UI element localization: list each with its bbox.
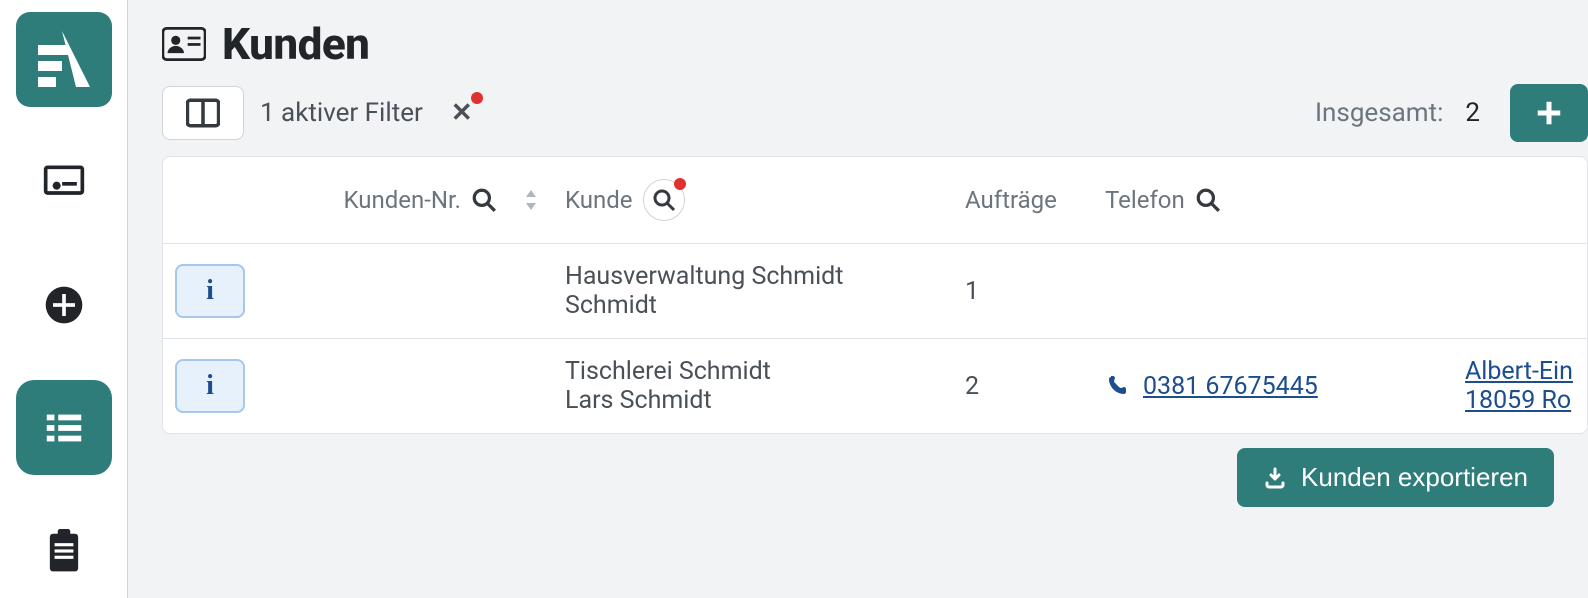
columns-icon — [186, 98, 220, 128]
total-label: Insgesamt: — [1315, 98, 1443, 128]
search-icon[interactable] — [1195, 187, 1221, 213]
col-kunde[interactable]: Kunde — [553, 179, 953, 221]
cell-auftraege: 1 — [953, 277, 1093, 306]
plus-icon — [1534, 98, 1564, 128]
app-logo[interactable] — [16, 12, 112, 107]
download-icon — [1263, 466, 1287, 490]
cell-kunde: Tischlerei Schmidt Lars Schmidt — [553, 357, 953, 415]
nav-clipboard[interactable] — [16, 503, 112, 598]
cell-kunde: Hausverwaltung Schmidt Schmidt — [553, 262, 953, 320]
nav-dashboard[interactable] — [16, 135, 112, 230]
sidebar — [0, 0, 128, 598]
clear-filter-button[interactable]: ✕ — [451, 98, 473, 128]
col-kundennr[interactable]: Kunden-Nr. — [273, 186, 553, 214]
export-button-label: Kunden exportieren — [1301, 462, 1528, 493]
table-header: Kunden-Nr. Kunde Aufträge Telefon — [163, 157, 1587, 244]
sort-icon[interactable] — [521, 190, 541, 210]
table-row[interactable]: i Tischlerei Schmidt Lars Schmidt 2 0381… — [163, 339, 1587, 433]
search-icon — [652, 188, 676, 212]
row-info-button[interactable]: i — [175, 264, 245, 318]
filter-active-indicator — [471, 92, 483, 104]
col-kundennr-label: Kunden-Nr. — [343, 186, 461, 214]
address-link-line1[interactable]: Albert-Ein — [1465, 357, 1573, 386]
phone-icon — [1105, 374, 1129, 398]
search-icon[interactable] — [471, 187, 497, 213]
nav-customers[interactable] — [16, 380, 112, 475]
columns-button[interactable] — [162, 86, 244, 140]
clipboard-icon — [44, 529, 84, 573]
total-value: 2 — [1465, 98, 1480, 128]
page-title: Kunden — [222, 18, 369, 70]
active-search-kunde[interactable] — [643, 179, 685, 221]
id-card-icon — [162, 26, 206, 62]
nav-add[interactable] — [16, 258, 112, 353]
row-info-button[interactable]: i — [175, 359, 245, 413]
page-heading: Kunden — [162, 18, 1588, 70]
export-customers-button[interactable]: Kunden exportieren — [1237, 448, 1554, 507]
filter-active-indicator — [674, 178, 686, 190]
toolbar: 1 aktiver Filter ✕ Insgesamt: 2 — [162, 84, 1588, 142]
cell-telefon: 0381 67675445 — [1093, 372, 1453, 401]
address-link-line2[interactable]: 18059 Ro — [1465, 386, 1571, 415]
phone-link[interactable]: 0381 67675445 — [1143, 372, 1318, 401]
active-filter-summary[interactable]: 1 aktiver Filter — [260, 98, 423, 128]
customers-table: Kunden-Nr. Kunde Aufträge Telefon — [162, 156, 1588, 434]
col-telefon[interactable]: Telefon — [1093, 186, 1453, 214]
col-telefon-label: Telefon — [1105, 186, 1185, 214]
col-kunde-label: Kunde — [565, 186, 633, 214]
cell-auftraege: 2 — [953, 372, 1093, 401]
plus-circle-icon — [42, 283, 86, 327]
cell-adresse: Albert-Ein 18059 Ro — [1453, 357, 1588, 415]
table-row[interactable]: i Hausverwaltung Schmidt Schmidt 1 — [163, 244, 1587, 339]
col-auftraege-label: Aufträge — [965, 186, 1057, 214]
col-adresse[interactable]: Adresse — [1453, 186, 1588, 214]
col-auftraege[interactable]: Aufträge — [953, 186, 1093, 214]
add-customer-button[interactable] — [1510, 84, 1588, 142]
list-icon — [41, 405, 87, 451]
presentation-icon — [42, 160, 86, 204]
